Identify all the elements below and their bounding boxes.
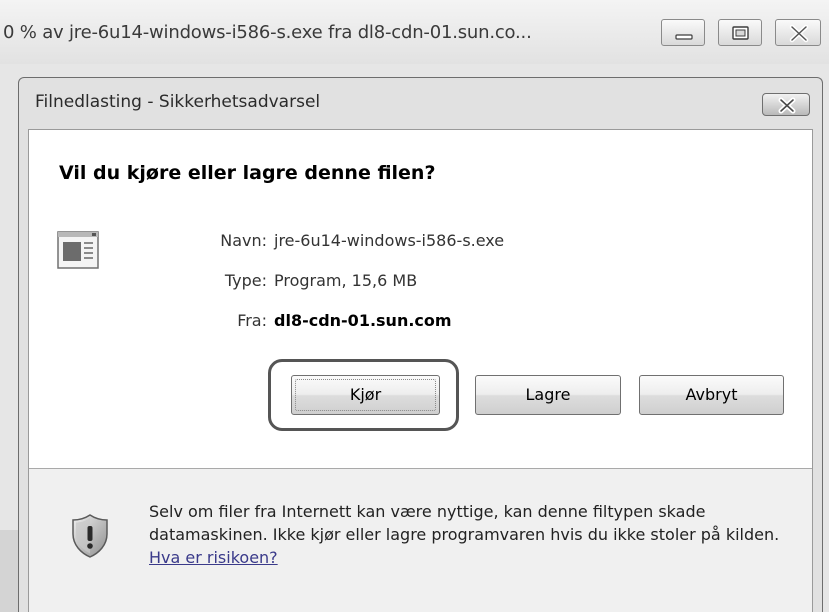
dialog-question: Vil du kjøre eller lagre denne filen? [59,162,436,184]
minimize-icon [675,34,693,40]
type-label: Type: [224,271,267,290]
shield-warning-icon [72,514,108,558]
window-close-button[interactable] [775,19,821,46]
cancel-button[interactable]: Avbryt [639,375,784,415]
download-window-title: 0 % av jre-6u14-windows-i586-s.exe fra d… [3,22,532,43]
dialog-content: Vil du kjøre eller lagre denne filen? Na… [28,129,813,612]
warning-message: Selv om filer fra Internett kan være nyt… [149,502,780,544]
minimize-button[interactable] [661,19,705,46]
name-value: jre-6u14-windows-i586-s.exe [274,231,505,250]
type-value: Program, 15,6 MB [274,271,418,290]
focus-rectangle [295,379,436,411]
dialog-close-button[interactable] [762,93,810,116]
warning-footer: Selv om filer fra Internett kan være nyt… [29,469,812,612]
close-icon [789,24,809,43]
screen: 0 % av jre-6u14-windows-i586-s.exe fra d… [0,0,829,612]
program-file-icon [57,231,99,269]
run-button[interactable]: Kjør [291,375,440,415]
save-button[interactable]: Lagre [475,375,621,415]
download-window-edge [0,530,18,612]
save-button-label: Lagre [525,385,571,404]
from-value: dl8-cdn-01.sun.com [274,311,452,330]
close-icon [778,97,796,114]
maximize-icon [732,26,749,40]
risk-info-link[interactable]: Hva er risikoen? [149,548,278,567]
maximize-button[interactable] [718,19,762,46]
from-label: Fra: [237,311,267,330]
warning-text-block: Selv om filer fra Internett kan være nyt… [149,500,804,569]
name-label: Navn: [220,231,267,250]
security-warning-dialog: Filnedlasting - Sikkerhetsadvarsel Vil d… [18,77,823,612]
download-window-titlebar[interactable]: 0 % av jre-6u14-windows-i586-s.exe fra d… [0,0,829,64]
cancel-button-label: Avbryt [685,385,738,404]
dialog-title: Filnedlasting - Sikkerhetsadvarsel [35,92,321,112]
